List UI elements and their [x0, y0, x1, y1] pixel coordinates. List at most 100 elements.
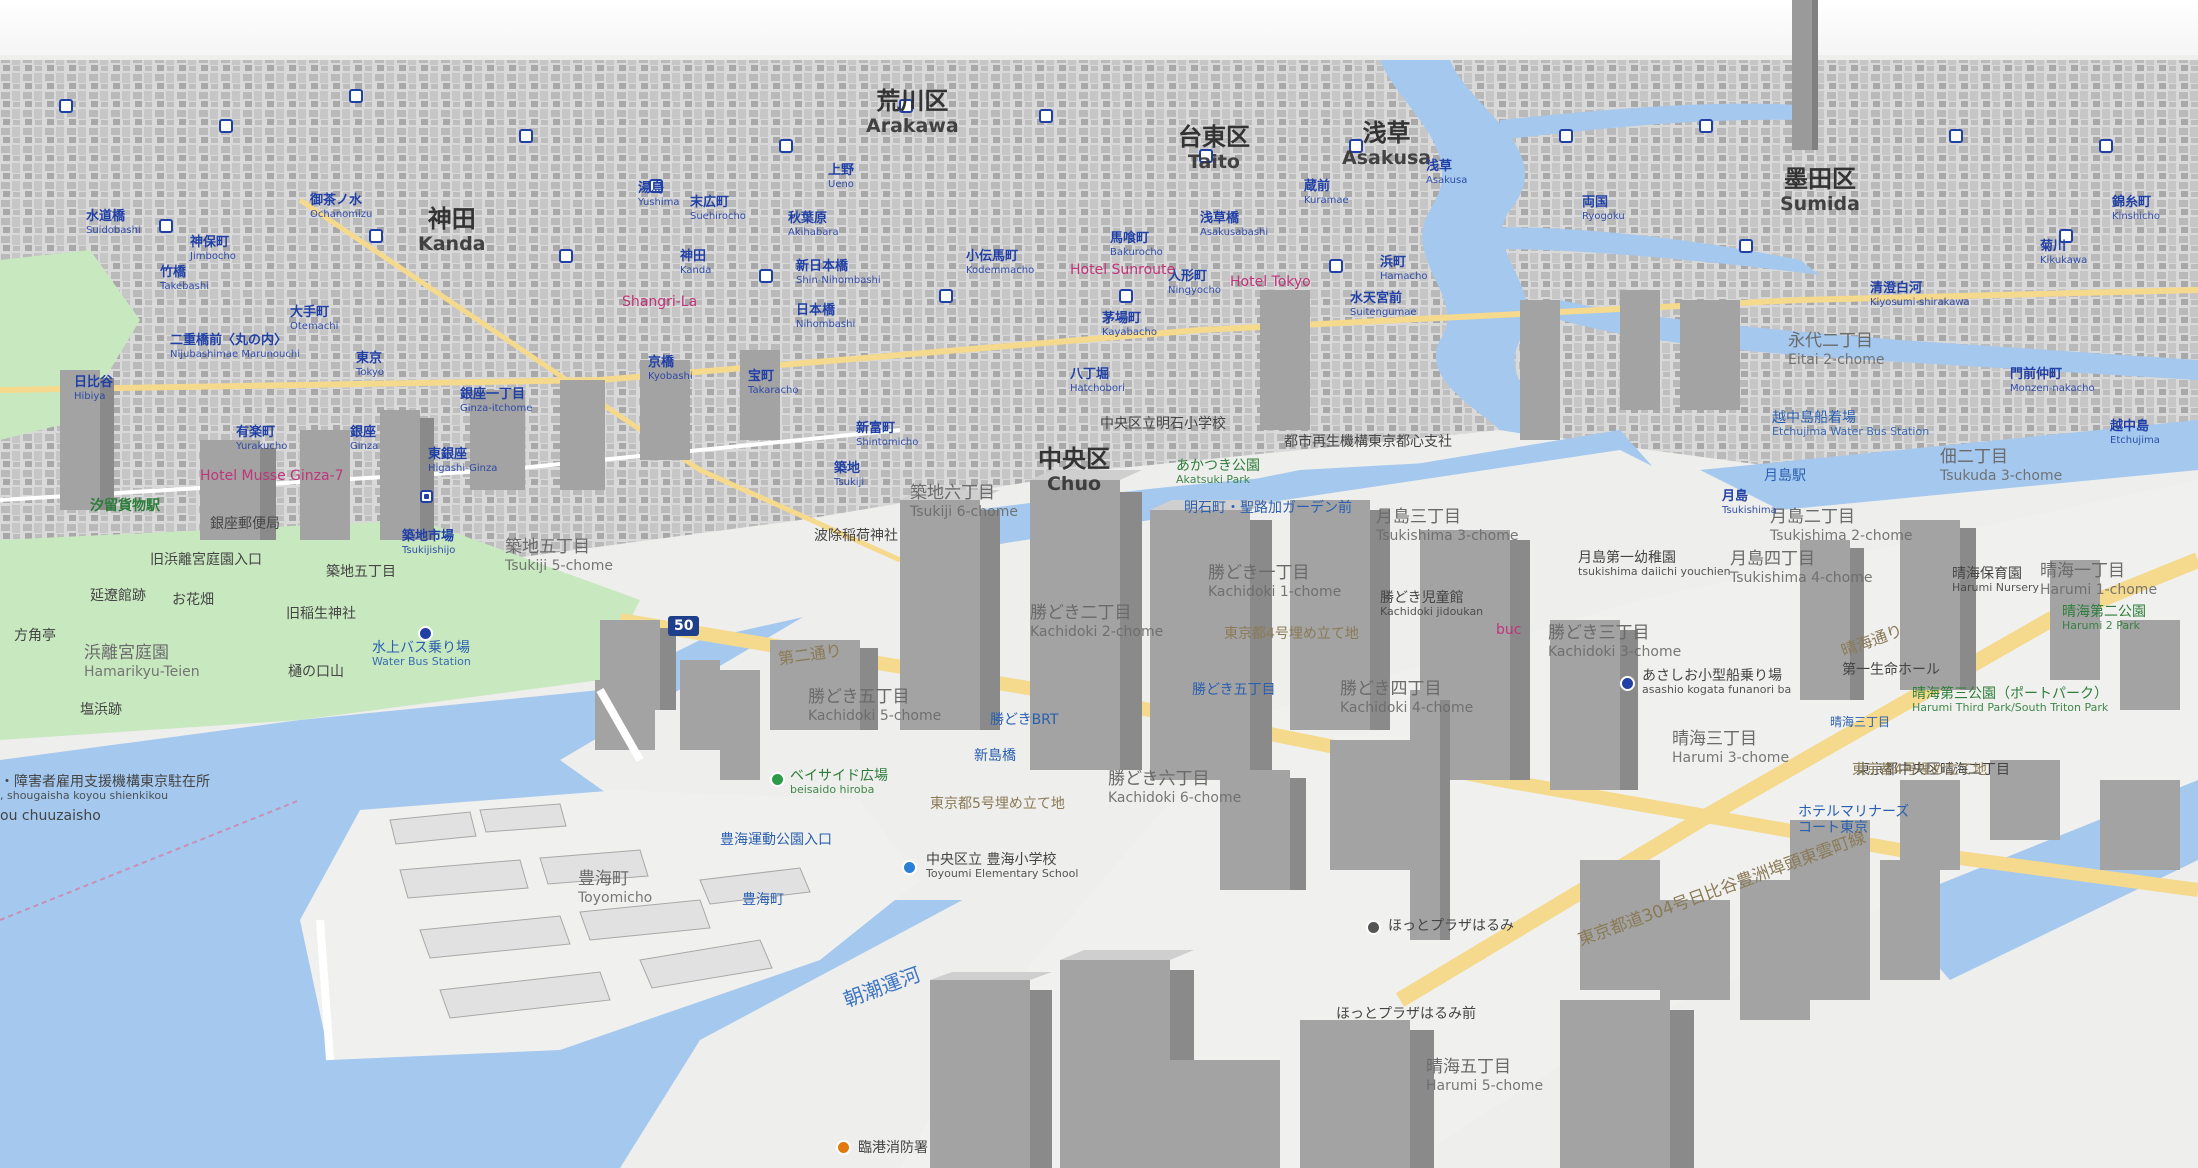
area-label-tsukuda: 佃二丁目 Tsukuda 3-chome — [1940, 447, 2063, 484]
station-label-ochanomizu[interactable]: 御茶ノ水 Ochanomizu — [310, 193, 372, 220]
poi-etchujima-water-bus[interactable]: 越中島船着場 Etchujima Water Bus Station — [1772, 410, 1929, 439]
poi-akashicho-stop[interactable]: 明石町・聖路加ガーデン前 — [1184, 500, 1352, 516]
station-label-suehirocho[interactable]: 末広町 Suehirocho — [690, 195, 746, 222]
station-label-yurakucho[interactable]: 有楽町 Yurakucho — [236, 425, 287, 452]
station-label-shin-nihombashi[interactable]: 新日本橋 Shin-Nihombashi — [796, 259, 881, 286]
poi-chuuzaisho[interactable]: ou chuuzaisho — [0, 808, 101, 824]
poi-disability-office[interactable]: ・障害者雇用支援機構東京駐在所, shougaisha koyou shienk… — [0, 774, 210, 803]
station-label-ningyocho[interactable]: 人形町 Ningyocho — [1168, 269, 1221, 296]
area-label-hamarikyu: 浜離宮庭園 Hamarikyu-Teien — [84, 643, 200, 680]
station-label-kayabacho[interactable]: 茅場町 Kayabacho — [1102, 311, 1157, 338]
sky — [0, 0, 2198, 60]
station-label-ueno[interactable]: 上野 Ueno — [828, 163, 854, 190]
poi-tsukishima-kindergarten[interactable]: 月島第一幼稚園 tsukishima daiichi youchien — [1578, 550, 1731, 579]
station-label-takaracho[interactable]: 宝町 Takaracho — [748, 369, 799, 396]
boat-icon — [1620, 676, 1635, 691]
area-label-harumi3: 晴海三丁目 Harumi 3-chome — [1672, 729, 1790, 766]
station-label-higashi-ginza[interactable]: 東銀座 Higashi-Ginza — [428, 447, 497, 474]
poi-toyomicho-stop[interactable]: 豊海町 — [742, 892, 784, 908]
station-label-shintomicho[interactable]: 新富町 Shintomicho — [856, 421, 918, 448]
station-label-akihabara[interactable]: 秋葉原 Akihabara — [788, 211, 839, 238]
poi-harumi-third-park[interactable]: 晴海第三公園（ポートパーク） Harumi Third Park/South Tr… — [1912, 686, 2108, 715]
poi-dai-ichi-hall[interactable]: 第一生命ホール — [1842, 662, 1940, 678]
poi-harumi-2-park[interactable]: 晴海第二公園 Harumi 2 Park — [2062, 604, 2146, 633]
station-label-asakusabashi[interactable]: 浅草橋 Asakusabashi — [1200, 211, 1268, 238]
poi-shiohama[interactable]: 塩浜跡 — [80, 702, 122, 718]
poi-toyoumi-elementary[interactable]: 中央区立 豊海小学校 Toyoumi Elementary School — [926, 852, 1078, 881]
ward-label-sumida: 墨田区 Sumida — [1780, 165, 1860, 215]
station-label-tsukijishijo[interactable]: 築地市場 Tsukijishijo — [402, 529, 455, 556]
poi-water-bus-station[interactable]: 水上バス乗り場 Water Bus Station — [372, 640, 471, 669]
station-label-kyobashi[interactable]: 京橋 Kyobashi — [648, 355, 693, 382]
station-label-ginza-itchome[interactable]: 銀座一丁目 Ginza-itchome — [460, 387, 532, 414]
station-label-bakurocho[interactable]: 馬喰町 Bakurocho — [1110, 231, 1163, 258]
poi-enryokan[interactable]: 延遼館跡 — [90, 588, 146, 604]
poi-hotto-plaza-mae[interactable]: ほっとプラザはるみ前 — [1336, 1006, 1476, 1022]
station-label-tsukishima[interactable]: 月島 Tsukishima — [1722, 489, 1777, 516]
ward-label-asakusa: 浅草 Asakusa — [1342, 119, 1432, 169]
poi-bayside-plaza[interactable]: ベイサイド広場 beisaido hiroba — [790, 768, 888, 797]
station-label-kikukawa[interactable]: 菊川 Kikukawa — [2040, 239, 2087, 266]
station-label-tsukiji[interactable]: 築地 Tsukiji — [834, 461, 864, 488]
road-label-landfill5: 東京都5号埋め立て地 — [930, 796, 1065, 812]
area-label-kachidoki5: 勝どき五丁目 Kachidoki 5-chome — [808, 687, 942, 724]
station-label-kanda[interactable]: 神田 Kanda — [680, 249, 711, 276]
area-label-kachidoki1: 勝どき一丁目 Kachidoki 1-chome — [1208, 563, 1342, 600]
poi-harumi-nursery[interactable]: 晴海保育園 Harumi Nursery — [1952, 566, 2039, 595]
poi-shangri-la[interactable]: Shangri-La — [622, 294, 697, 310]
station-label-kuramae[interactable]: 蔵前 Kuramae — [1304, 179, 1349, 206]
poi-hotel-musse[interactable]: Hotel Musse — [200, 468, 286, 484]
poi-akatsuki-park[interactable]: あかつき公園 Akatsuki Park — [1176, 458, 1260, 487]
station-label-nijubashimae[interactable]: 二重橋前〈丸の内〉 Nijubashimae Marunouchi — [170, 333, 300, 360]
poi-shinshimabashi[interactable]: 新島橋 — [974, 748, 1016, 764]
station-label-ryogoku[interactable]: 両国 Ryogoku — [1582, 195, 1625, 222]
poi-kachidoki-brt[interactable]: 勝どきBRT — [990, 712, 1058, 728]
station-label-kodemmacho[interactable]: 小伝馬町 Kodemmacho — [966, 249, 1034, 276]
poi-ginza-post[interactable]: 銀座郵便局 — [210, 516, 280, 532]
station-label-suitengumae[interactable]: 水天宮前 Suitengumae — [1350, 291, 1417, 318]
poi-hougakutei[interactable]: 方角亭 — [14, 628, 56, 644]
poi-toyomi-park-entrance[interactable]: 豊海運動公園入口 — [720, 832, 832, 848]
station-label-tokyo[interactable]: 東京 Tokyo — [356, 351, 384, 378]
poi-hotel-tokyo[interactable]: Hotel Tokyo — [1230, 274, 1311, 290]
poi-hotel-sunroute[interactable]: Hotel Sunroute — [1070, 262, 1175, 278]
poi-kachidoki5-stop[interactable]: 勝どき五丁目 — [1192, 682, 1276, 698]
poi-tsukiji5-small[interactable]: 築地五丁目 — [326, 564, 396, 580]
station-label-etchujima[interactable]: 越中島 Etchujima — [2110, 419, 2160, 446]
poi-inari-shrine[interactable]: 旧稲生神社 — [286, 606, 356, 622]
station-label-ginza[interactable]: 銀座 Ginza — [350, 425, 378, 452]
station-label-nihombashi[interactable]: 日本橋 Nihombashi — [796, 303, 855, 330]
poi-hinokuchi[interactable]: 樋の口山 — [288, 664, 344, 680]
road-label-harumi3-stop: 晴海三丁目 — [1830, 715, 1891, 729]
poi-shiodome-freight[interactable]: 汐留貨物駅 — [90, 498, 160, 514]
poi-hamarikyu-entrance[interactable]: 旧浜離宮庭園入口 — [150, 552, 262, 568]
area-label-harumi1: 晴海一丁目 Harumi 1-chome — [2040, 561, 2158, 598]
station-label-kinshicho[interactable]: 錦糸町 Kinshicho — [2112, 195, 2160, 222]
poi-ginza-7[interactable]: Ginza-7 — [290, 468, 344, 484]
station-label-hatchobori[interactable]: 八丁堀 Hatchobori — [1070, 367, 1125, 394]
poi-namiyoke-shrine[interactable]: 波除稲荷神社 — [814, 528, 898, 544]
station-label-kiyosumi[interactable]: 清澄白河 Kiyosumi-shirakawa — [1870, 281, 1970, 308]
station-label-suidobashi[interactable]: 水道橋 Suidobashi — [86, 209, 141, 236]
poi-buc[interactable]: buc — [1496, 622, 1521, 638]
station-label-hamacho[interactable]: 浜町 Hamacho — [1380, 255, 1427, 282]
poi-rinko-fire-station[interactable]: 臨港消防署 — [858, 1140, 928, 1156]
ward-label-arakawa: 荒川区 Arakawa — [866, 87, 959, 137]
road-label-landfill4-east: 東京都4号埋め立て地 — [1852, 762, 1987, 778]
poi-kachidoki-jidoukan[interactable]: 勝どき児童館 Kachidoki jidoukan — [1380, 590, 1483, 619]
area-label-harumi5: 晴海五丁目 Harumi 5-chome — [1426, 1057, 1544, 1094]
station-label-asakusa[interactable]: 浅草 Asakusa — [1426, 159, 1467, 186]
station-label-monzen-nakacho[interactable]: 門前仲町 Monzen-nakacho — [2010, 367, 2095, 394]
station-label-yushima[interactable]: 湯島 Yushima — [638, 181, 680, 208]
poi-ur-office[interactable]: 都市再生機構東京都心支社 — [1284, 434, 1452, 450]
poi-akashi-school[interactable]: 中央区立明石小学校 — [1100, 416, 1226, 432]
area-label-kachidoki6: 勝どき六丁目 Kachidoki 6-chome — [1108, 769, 1242, 806]
station-label-hibiya[interactable]: 日比谷 Hibiya — [74, 375, 113, 402]
poi-hotto-plaza[interactable]: ほっとプラザはるみ — [1388, 918, 1514, 934]
poi-asashio-boat[interactable]: あさしお小型船乗り場 asashio kogata funanori ba — [1642, 668, 1791, 697]
station-label-takebashi[interactable]: 竹橋 Takebashi — [160, 265, 209, 292]
poi-tsukishima-station-small[interactable]: 月島駅 — [1764, 468, 1806, 484]
station-label-jimbocho[interactable]: 神保町 Jimbocho — [190, 235, 236, 262]
station-label-otemachi[interactable]: 大手町 Otemachi — [290, 305, 338, 332]
poi-flower-field[interactable]: お花畑 — [172, 592, 214, 608]
